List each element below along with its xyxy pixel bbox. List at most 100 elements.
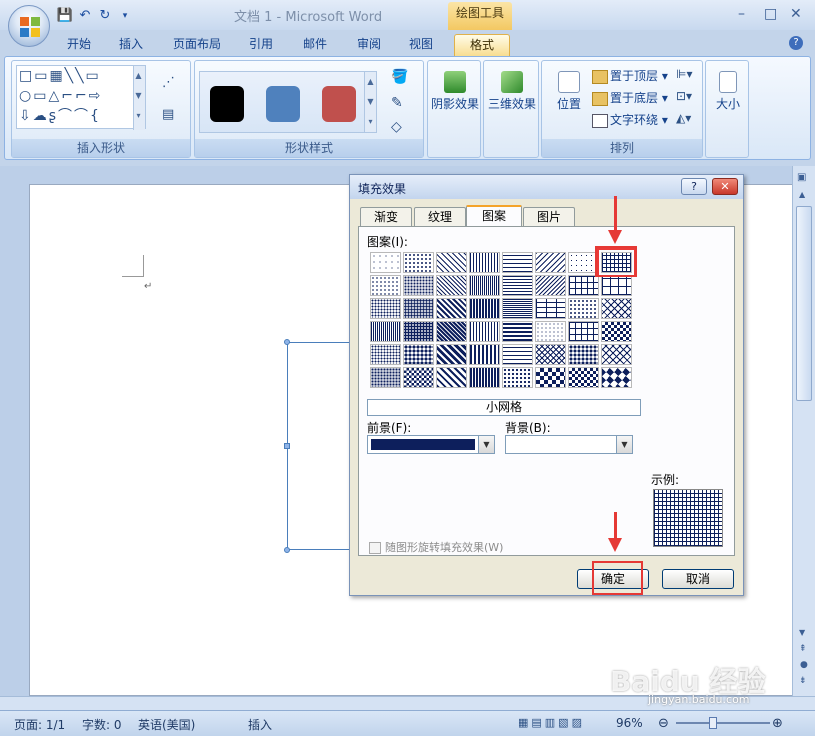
tab-pattern[interactable]: 图案 (466, 205, 522, 228)
scroll-thumb[interactable] (796, 206, 812, 401)
checkbox-icon[interactable] (369, 542, 381, 554)
pattern-swatch[interactable] (568, 344, 599, 365)
minimize-button[interactable]: – (738, 6, 745, 22)
pattern-swatch[interactable] (469, 321, 500, 342)
tab-home[interactable]: 开始 (60, 34, 98, 56)
fill-bucket-icon[interactable]: 🪣 (391, 69, 408, 85)
pattern-swatch[interactable] (436, 367, 467, 388)
align-icon[interactable]: ⊫▾ (676, 67, 692, 81)
pattern-swatch[interactable] (436, 275, 467, 296)
shadow-effects-button[interactable]: 阴影效果 (430, 65, 480, 135)
foreground-color-select[interactable]: ▼ (367, 435, 495, 454)
qat-customize-icon[interactable]: ▾ (116, 7, 134, 25)
pattern-swatch[interactable] (502, 298, 533, 319)
next-page-icon[interactable]: ⇟ (799, 676, 807, 686)
office-button[interactable] (8, 5, 50, 47)
pattern-swatch[interactable] (601, 275, 632, 296)
zoom-level[interactable]: 96% (616, 716, 643, 730)
pattern-swatch[interactable] (370, 275, 401, 296)
rotate-icon[interactable]: ◭▾ (676, 111, 691, 125)
chevron-down-icon[interactable]: ▼ (478, 436, 494, 453)
dialog-close-button[interactable]: ✕ (712, 178, 738, 195)
resize-handle[interactable] (284, 339, 290, 345)
style-swatch-blue[interactable] (266, 86, 300, 122)
style-gallery-scroll[interactable]: ▲ ▼ ▾ (364, 72, 376, 132)
pattern-swatch[interactable] (403, 298, 434, 319)
dialog-help-button[interactable]: ? (681, 178, 707, 195)
pattern-swatch[interactable] (403, 275, 434, 296)
ruler-toggle-icon[interactable]: ▣ (797, 172, 806, 183)
scroll-up-icon[interactable]: ▲ (799, 190, 805, 199)
pattern-swatch[interactable] (403, 367, 434, 388)
pattern-swatch[interactable] (535, 252, 566, 273)
tab-review[interactable]: 审阅 (350, 34, 388, 56)
save-icon[interactable]: 💾 (56, 7, 74, 25)
shape-style-gallery[interactable]: ▲ ▼ ▾ (199, 71, 377, 133)
status-mode[interactable]: 插入 (248, 716, 272, 733)
selected-shape[interactable] (287, 342, 357, 550)
pattern-swatch[interactable] (601, 321, 632, 342)
pattern-swatch[interactable] (502, 367, 533, 388)
undo-icon[interactable]: ↶ (76, 7, 94, 25)
tab-picture[interactable]: 图片 (523, 207, 575, 227)
pattern-swatch[interactable] (601, 367, 632, 388)
cancel-button[interactable]: 取消 (662, 569, 734, 589)
pattern-swatch[interactable] (469, 344, 500, 365)
pattern-swatch[interactable] (535, 367, 566, 388)
send-to-back-button[interactable]: 置于底层 ▾ (592, 89, 668, 106)
pattern-swatch[interactable] (403, 344, 434, 365)
redo-icon[interactable]: ↻ (96, 7, 114, 25)
zoom-in-icon[interactable]: ⊕ (772, 716, 783, 731)
status-words[interactable]: 字数: 0 (82, 716, 122, 733)
position-button[interactable]: 位置 (544, 65, 594, 135)
tab-gradient[interactable]: 渐变 (360, 207, 412, 227)
pattern-swatch[interactable] (601, 344, 632, 365)
view-buttons[interactable]: ▦▤▥▧▨ (518, 716, 585, 729)
pattern-swatch[interactable] (568, 298, 599, 319)
background-color-select[interactable]: ▼ (505, 435, 633, 454)
tab-references[interactable]: 引用 (242, 34, 280, 56)
pattern-swatch[interactable] (469, 298, 500, 319)
close-button[interactable]: ✕ (790, 6, 802, 22)
tab-texture[interactable]: 纹理 (414, 207, 466, 227)
pattern-swatch[interactable] (535, 275, 566, 296)
text-wrapping-button[interactable]: 文字环绕 ▾ (592, 111, 668, 128)
pattern-swatch[interactable] (535, 298, 566, 319)
gallery-scroll[interactable]: ▲ ▼ ▾ (133, 66, 145, 130)
pattern-swatch[interactable] (370, 367, 401, 388)
3d-effects-button[interactable]: 三维效果 (487, 65, 537, 135)
status-page[interactable]: 页面: 1/1 (14, 716, 65, 733)
vertical-scrollbar[interactable]: ▣ ▲ ▼ ⇞ ● ⇟ (792, 166, 815, 696)
tab-mailings[interactable]: 邮件 (296, 34, 334, 56)
pattern-swatch[interactable] (370, 252, 401, 273)
style-swatch-red[interactable] (322, 86, 356, 122)
zoom-slider-track[interactable] (676, 722, 770, 724)
maximize-button[interactable]: □ (764, 6, 777, 22)
text-box-icon[interactable]: ▤ (162, 107, 174, 122)
pattern-swatch[interactable] (502, 275, 533, 296)
change-shape-icon[interactable]: ◇ (391, 119, 402, 135)
pattern-swatch[interactable] (370, 321, 401, 342)
pattern-swatch[interactable] (370, 344, 401, 365)
pattern-swatch[interactable] (403, 321, 434, 342)
pattern-swatch[interactable] (568, 321, 599, 342)
pattern-swatch[interactable] (370, 298, 401, 319)
tab-format[interactable]: 格式 (454, 34, 510, 56)
pattern-swatch[interactable] (436, 252, 467, 273)
tab-view[interactable]: 视图 (402, 34, 440, 56)
pattern-swatch[interactable] (469, 275, 500, 296)
previous-page-icon[interactable]: ⇞ (799, 644, 807, 654)
help-icon[interactable]: ? (789, 36, 803, 50)
resize-handle[interactable] (284, 547, 290, 553)
tab-page-layout[interactable]: 页面布局 (166, 34, 228, 56)
pattern-swatch[interactable] (469, 252, 500, 273)
pattern-swatch[interactable] (535, 321, 566, 342)
pattern-swatch[interactable] (436, 321, 467, 342)
scroll-down-icon[interactable]: ▼ (799, 628, 805, 637)
zoom-out-icon[interactable]: ⊖ (658, 716, 669, 731)
pattern-swatch[interactable] (568, 367, 599, 388)
bring-to-front-button[interactable]: 置于顶层 ▾ (592, 67, 668, 84)
pattern-swatch[interactable] (502, 344, 533, 365)
edit-shape-icon[interactable]: ⋰ (162, 75, 175, 90)
pattern-swatch[interactable] (535, 344, 566, 365)
